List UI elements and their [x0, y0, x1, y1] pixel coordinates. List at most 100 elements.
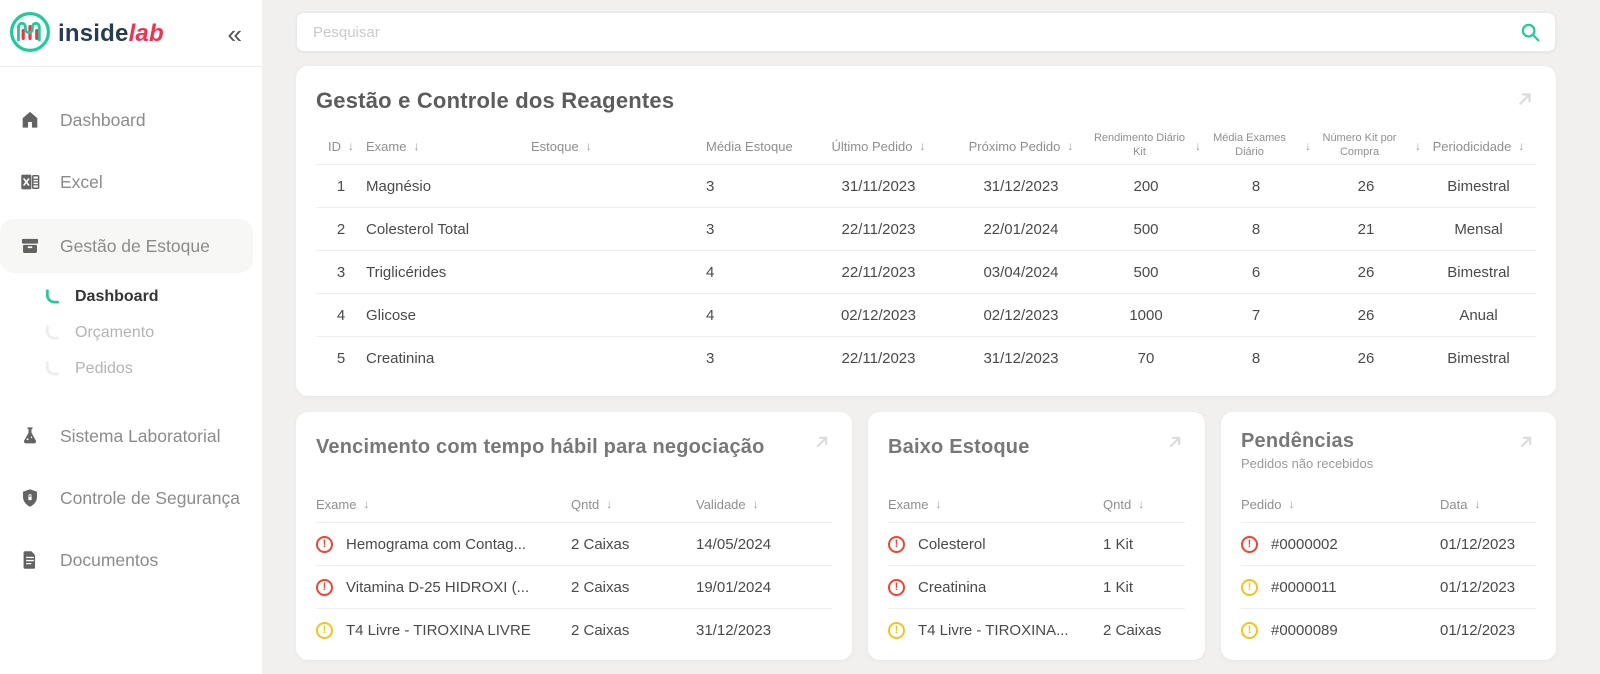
- cell-ultimo_pedido: 02/12/2023: [840, 306, 917, 324]
- column-header-media-exames-diario[interactable]: Média Exames Diário ↓: [1201, 132, 1311, 160]
- sidebar-item-sistema-laboratorial[interactable]: Sistema Laboratorial: [0, 405, 262, 467]
- column-header-id[interactable]: ID ↓: [316, 139, 366, 154]
- table-row[interactable]: ! T4 Livre - TIROXINA... 2 Caixas: [888, 608, 1185, 651]
- sidebar-subitem-orcamento[interactable]: Orçamento: [0, 315, 262, 351]
- alert-icon: !: [316, 578, 333, 596]
- table-row[interactable]: ! T4 Livre - TIROXINA LIVRE 2 Caixas 31/12/…: [316, 608, 832, 651]
- sidebar-item-gestao-de-estoque[interactable]: Gestão de Estoque: [0, 219, 253, 273]
- sidebar-item-documentos[interactable]: Documentos: [0, 529, 262, 591]
- reagents-table: ID ↓ Exame ↓ Estoque ↓ Média Estoque Último Ped…: [316, 128, 1536, 379]
- cell-id: 4: [336, 306, 346, 324]
- expand-arrow-icon[interactable]: [1165, 428, 1185, 452]
- table-row[interactable]: 4 Glicose 4 02/12/2023 02/12/2023 1000 7 26 Anua…: [316, 293, 1536, 336]
- table-row[interactable]: 5 Creatinina 3 22/11/2023 31/12/2023 70 8 26 Bim…: [316, 336, 1536, 379]
- cell-pedido: ! #0000002: [1241, 535, 1440, 553]
- column-header-pedido[interactable]: Pedido ↓: [1241, 497, 1440, 512]
- table-row[interactable]: 1 Magnésio 3 31/11/2023 31/12/2023 200 8 26 Bime…: [316, 164, 1536, 207]
- column-header-periodicidade[interactable]: Periodicidade ↓: [1421, 139, 1536, 154]
- pendencias-table: Pedido ↓ Data ↓ ! #0000002 01/12/2023! #0000011…: [1241, 486, 1536, 651]
- cell-media_exames_diario: 8: [1251, 349, 1261, 367]
- cell-numero_kit_por_compra: 26: [1357, 263, 1375, 281]
- cell-id: 1: [336, 177, 346, 195]
- alert-icon: !: [1241, 535, 1258, 553]
- sidebar-collapse-button[interactable]: «: [226, 21, 244, 47]
- waveform-logo-icon: [8, 10, 52, 59]
- cell-exame: ! T4 Livre - TIROXINA LIVRE: [316, 621, 571, 639]
- cell-proximo_pedido: 02/12/2023: [983, 306, 1059, 324]
- sort-icon: ↓: [413, 139, 420, 153]
- cell-exame: ! Creatinina: [888, 578, 1103, 596]
- sort-icon: ↓: [1288, 497, 1295, 511]
- expand-arrow-icon[interactable]: [812, 428, 832, 452]
- sidebar-item-dashboard[interactable]: Dashboard: [0, 89, 262, 151]
- cell-periodicidade: Bimestral: [1447, 349, 1510, 367]
- cell-rendimento_diario_kit: 500: [1133, 220, 1159, 238]
- pendencias-card: Pendências Pedidos não recebidos Pedido ↓…: [1221, 412, 1556, 660]
- expand-arrow-icon[interactable]: [1514, 84, 1536, 110]
- column-header-exame[interactable]: Exame ↓: [316, 497, 571, 512]
- sort-icon: ↓: [752, 497, 759, 511]
- cell-qntd: 2 Caixas: [1103, 621, 1162, 639]
- pendencias-card-title: Pendências: [1241, 430, 1355, 452]
- table-row[interactable]: ! #0000002 01/12/2023: [1241, 522, 1536, 565]
- sort-icon: ↓: [1474, 497, 1481, 511]
- cell-id: 5: [336, 349, 346, 367]
- sidebar-nav: Dashboard Excel Gestão de Estoque Dashboard…: [0, 67, 262, 591]
- cell-rendimento_diario_kit: 1000: [1129, 306, 1163, 324]
- alert-icon: !: [316, 535, 333, 553]
- expand-arrow-icon[interactable]: [1516, 428, 1536, 452]
- table-row[interactable]: 2 Colesterol Total 3 22/11/2023 22/01/2024 50…: [316, 207, 1536, 250]
- cell-media_estoque: 4: [706, 263, 715, 281]
- table-row[interactable]: ! Vitamina D-25 HIDROXI (... 2 Caixas 19/01…: [316, 565, 832, 608]
- excel-icon: [18, 170, 42, 194]
- cell-numero_kit_por_compra: 26: [1357, 349, 1375, 367]
- column-header-proximo-pedido[interactable]: Próximo Pedido ↓: [951, 139, 1091, 154]
- logo-row: insidelab «: [0, 0, 262, 66]
- sidebar-subitem-pedidos[interactable]: Pedidos: [0, 351, 262, 387]
- sidebar-item-excel[interactable]: Excel: [0, 151, 262, 213]
- table-row[interactable]: 3 Triglicérides 4 22/11/2023 03/04/2024 500 6 2…: [316, 250, 1536, 293]
- column-header-exame[interactable]: Exame ↓: [366, 139, 531, 154]
- cell-periodicidade: Bimestral: [1447, 263, 1510, 281]
- search-icon[interactable]: [1519, 21, 1541, 43]
- main-content: Gestão e Controle dos Reagentes ID↓Exame…: [262, 0, 1600, 674]
- table-header-row: ID ↓ Exame ↓ Estoque ↓ Média Estoque Último Ped…: [316, 128, 1536, 164]
- table-row[interactable]: ! #0000089 01/12/2023: [1241, 608, 1536, 651]
- cell-media_exames_diario: 7: [1251, 306, 1261, 324]
- cell-periodicidade: Anual: [1459, 306, 1498, 324]
- table-row[interactable]: ! Hemograma com Contag... 2 Caixas 14/05/20…: [316, 522, 832, 565]
- inventory-icon: [18, 234, 42, 258]
- column-header-ultimo-pedido[interactable]: Último Pedido ↓: [806, 139, 951, 154]
- column-header-validade[interactable]: Validade ↓: [696, 497, 832, 512]
- table-header-row: Exame ↓ Qntd ↓: [888, 486, 1185, 522]
- reagents-card: Gestão e Controle dos Reagentes ID ↓ Exame…: [296, 66, 1556, 396]
- vencimento-table: Exame ↓ Qntd ↓ Validade ↓ ! Hemograma com Conta…: [316, 486, 832, 651]
- cell-media_exames_diario: 8: [1251, 220, 1261, 238]
- cell-pedido: ! #0000089: [1241, 621, 1440, 639]
- column-header-qntd[interactable]: Qntd ↓: [1103, 497, 1185, 512]
- cell-numero_kit_por_compra: 26: [1357, 177, 1375, 195]
- column-header-estoque[interactable]: Estoque ↓: [531, 139, 706, 154]
- reagents-card-title: Gestão e Controle dos Reagentes: [316, 88, 675, 113]
- cell-media_estoque: 4: [706, 306, 715, 324]
- alert-icon: !: [888, 621, 905, 639]
- search-input[interactable]: [311, 22, 1519, 42]
- cell-exame: ! T4 Livre - TIROXINA...: [888, 621, 1103, 639]
- column-header-exame[interactable]: Exame ↓: [888, 497, 1103, 512]
- sort-icon: ↓: [363, 497, 370, 511]
- alert-icon: !: [888, 578, 905, 596]
- column-header-qntd[interactable]: Qntd ↓: [571, 497, 696, 512]
- table-row[interactable]: ! #0000011 01/12/2023: [1241, 565, 1536, 608]
- column-header-numero-kit-por-compra[interactable]: Número Kit por Compra ↓: [1311, 132, 1422, 160]
- column-header-data[interactable]: Data ↓: [1440, 497, 1536, 512]
- cell-qntd: 2 Caixas: [571, 621, 630, 639]
- sidebar-item-controle-de-seguranca[interactable]: Controle de Segurança: [0, 467, 262, 529]
- sidebar-subitem-dashboard[interactable]: Dashboard: [0, 279, 262, 315]
- pendencias-card-subtitle: Pedidos não recebidos: [1241, 456, 1374, 471]
- table-row[interactable]: ! Creatinina 1 Kit: [888, 565, 1185, 608]
- cell-ultimo_pedido: 22/11/2023: [841, 220, 916, 238]
- column-header-rendimento-diario-kit[interactable]: Rendimento Diário Kit ↓: [1091, 132, 1201, 160]
- table-row[interactable]: ! Colesterol 1 Kit: [888, 522, 1185, 565]
- cell-periodicidade: Mensal: [1454, 220, 1503, 238]
- sidebar: insidelab « Dashboard Excel Gestão de Esto…: [0, 0, 262, 674]
